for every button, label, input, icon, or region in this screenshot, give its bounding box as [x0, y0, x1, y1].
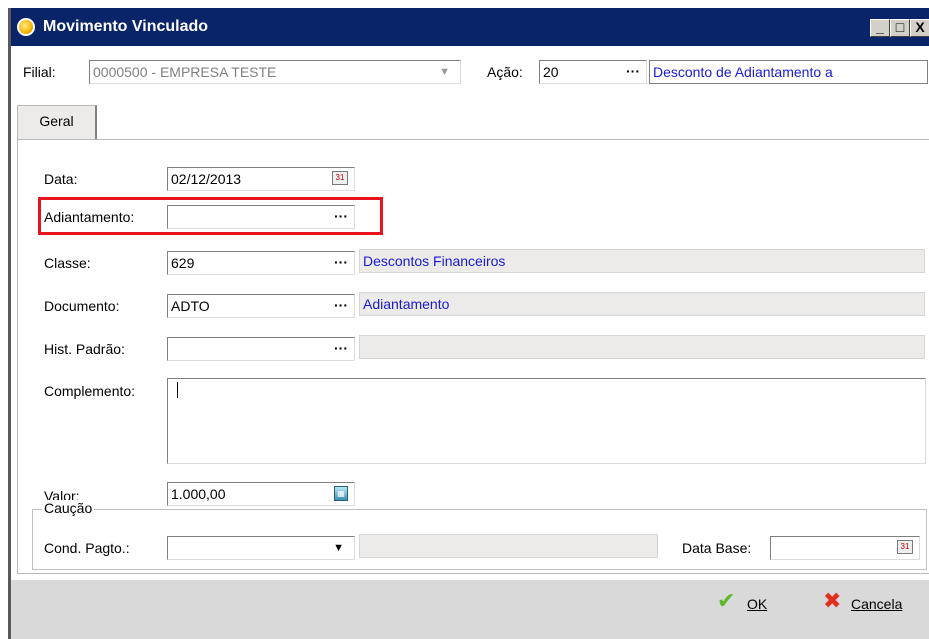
dialog-window: Movimento Vinculado _ □ X Filial: 000050…	[8, 8, 929, 639]
data-value: 02/12/2013	[171, 171, 242, 187]
cond-pagto-description	[359, 534, 658, 558]
chevron-down-icon: ▼	[439, 66, 450, 78]
classe-input[interactable]: 629 ···	[167, 251, 355, 275]
calendar-icon[interactable]: 31	[897, 540, 913, 554]
app-logo-icon	[17, 18, 35, 36]
calendar-icon[interactable]: 31	[332, 171, 348, 185]
adiantamento-input[interactable]: ···	[167, 205, 355, 229]
data-input[interactable]: 02/12/2013 31	[167, 167, 355, 191]
classe-value: 629	[171, 255, 195, 271]
documento-description: Adiantamento	[359, 292, 925, 316]
cancel-label: Cancela	[851, 596, 903, 612]
adiantamento-lookup-button[interactable]: ···	[334, 206, 348, 227]
geral-panel: Data: 02/12/2013 31 Adiantamento: ··· Cl…	[17, 139, 929, 574]
filial-value: 0000500 - EMPRESA TESTE	[93, 64, 277, 80]
cond-pagto-label: Cond. Pagto.:	[44, 540, 130, 556]
documento-input[interactable]: ADTO ···	[167, 294, 355, 318]
maximize-button[interactable]: □	[890, 19, 910, 37]
complemento-label: Complemento:	[44, 383, 136, 399]
chevron-down-icon[interactable]: ▼	[333, 537, 344, 559]
data-base-label: Data Base:	[682, 540, 752, 556]
documento-lookup-button[interactable]: ···	[334, 295, 348, 316]
valor-input[interactable]: 1.000,00 ▦	[167, 482, 355, 506]
minimize-button[interactable]: _	[870, 19, 890, 37]
cond-pagto-select[interactable]: ▼	[167, 536, 355, 560]
ok-label: OK	[747, 596, 768, 612]
documento-value: ADTO	[171, 298, 210, 314]
check-icon: ✔	[717, 588, 736, 613]
header-row: Filial: 0000500 - EMPRESA TESTE ▼ Ação: …	[11, 46, 929, 98]
acao-label: Ação:	[487, 64, 523, 80]
tab-geral-label: Geral	[39, 113, 74, 129]
classe-lookup-button[interactable]: ···	[334, 252, 348, 273]
tab-geral[interactable]: Geral	[17, 105, 97, 139]
text-caret	[177, 382, 178, 398]
tab-strip: Geral	[11, 98, 929, 139]
window-title: Movimento Vinculado	[43, 18, 209, 35]
filial-label: Filial:	[23, 64, 56, 80]
data-label: Data:	[44, 171, 78, 187]
valor-value: 1.000,00	[171, 486, 226, 502]
hist-padrao-description	[359, 335, 925, 359]
acao-value: 20	[543, 64, 559, 80]
filial-select[interactable]: 0000500 - EMPRESA TESTE ▼	[89, 60, 461, 84]
caucao-title: Caução	[42, 500, 95, 516]
hist-padrao-input[interactable]: ···	[167, 337, 355, 361]
title-bar[interactable]: Movimento Vinculado _ □ X	[11, 8, 929, 46]
adiantamento-label: Adiantamento:	[44, 209, 135, 225]
complemento-textarea[interactable]	[167, 378, 926, 464]
hist-padrao-label: Hist. Padrão:	[44, 341, 125, 357]
close-icon: ✖	[823, 588, 842, 613]
acao-input[interactable]: 20 ···	[539, 60, 647, 84]
acao-lookup-button[interactable]: ···	[626, 61, 640, 82]
data-base-input[interactable]: 31	[770, 536, 920, 560]
calculator-icon[interactable]: ▦	[334, 486, 348, 501]
close-button[interactable]: X	[910, 19, 929, 37]
hist-padrao-lookup-button[interactable]: ···	[334, 338, 348, 359]
classe-description: Descontos Financeiros	[359, 249, 925, 273]
classe-label: Classe:	[44, 255, 91, 271]
acao-description: Desconto de Adiantamento a	[649, 60, 928, 84]
documento-label: Documento:	[44, 298, 120, 314]
footer-bar: ✔ OK ✖ Cancela	[11, 580, 929, 639]
